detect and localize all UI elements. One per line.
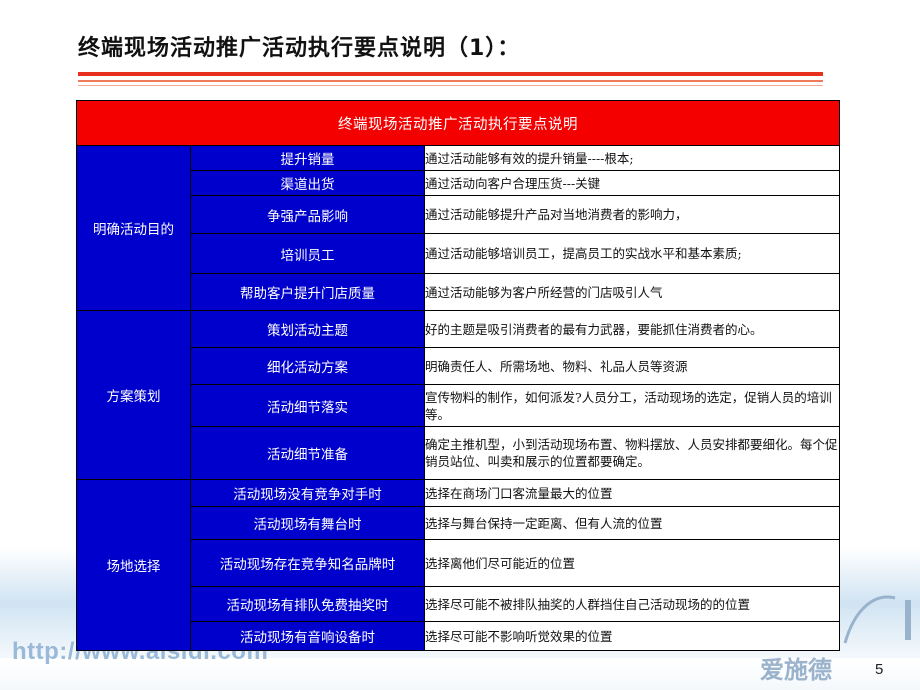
execution-points-table: 终端现场活动推广活动执行要点说明 明确活动目的 提升销量 通过活动能够有效的提升… bbox=[75, 100, 841, 651]
item-description: 选择在商场门口客流量最大的位置 bbox=[423, 479, 841, 507]
item-label: 活动细节准备 bbox=[190, 426, 425, 480]
item-description: 选择离他们尽可能近的位置 bbox=[423, 539, 841, 587]
title-rule bbox=[78, 85, 823, 86]
page-number: 5 bbox=[875, 661, 884, 678]
footer-logo-text: 爱施德 bbox=[760, 656, 832, 684]
item-description: 确定主推机型，小到活动现场布置、物料摆放、人员安排都要细化。每个促销员站位、叫卖… bbox=[423, 426, 841, 480]
item-label: 争强产品影响 bbox=[190, 195, 425, 234]
group-label-venue: 场地选择 bbox=[76, 479, 191, 651]
title-rule bbox=[78, 72, 823, 76]
item-label: 活动现场有排队免费抽奖时 bbox=[190, 586, 425, 622]
title-rule bbox=[78, 80, 823, 82]
company-logo-icon bbox=[843, 595, 911, 644]
item-description: 选择与舞台保持一定距离、但有人流的位置 bbox=[423, 506, 841, 540]
item-label: 策划活动主题 bbox=[190, 310, 425, 348]
item-description: 通过活动能够有效的提升销量----根本; bbox=[423, 145, 841, 171]
item-description: 通过活动能够提升产品对当地消费者的影响力， bbox=[423, 195, 841, 234]
group-label-purpose: 明确活动目的 bbox=[76, 145, 191, 311]
item-label: 帮助客户提升门店质量 bbox=[190, 273, 425, 311]
slide-title: 终端现场活动推广活动执行要点说明（1）： bbox=[78, 36, 521, 61]
item-description: 选择尽可能不影响听觉效果的位置 bbox=[423, 621, 841, 651]
item-label: 活动现场有舞台时 bbox=[190, 506, 425, 540]
item-description: 选择尽可能不被排队抽奖的人群挡住自己活动现场的的位置 bbox=[423, 586, 841, 622]
table-header: 终端现场活动推广活动执行要点说明 bbox=[75, 100, 841, 146]
item-label: 活动现场有音响设备时 bbox=[190, 621, 425, 651]
item-label: 培训员工 bbox=[190, 233, 425, 274]
item-label: 活动现场存在竞争知名品牌时 bbox=[190, 539, 425, 587]
item-label: 渠道出货 bbox=[190, 170, 425, 196]
item-description: 通过活动向客户合理压货---关键 bbox=[423, 170, 841, 196]
item-description: 宣传物料的制作，如何派发?人员分工，活动现场的选定，促销人员的培训等。 bbox=[423, 384, 841, 427]
item-description: 通过活动能够培训员工，提高员工的实战水平和基本素质; bbox=[423, 233, 841, 274]
item-description: 通过活动能够为客户所经营的门店吸引人气 bbox=[423, 273, 841, 311]
item-description: 明确责任人、所需场地、物料、礼品人员等资源 bbox=[423, 347, 841, 385]
group-label-planning: 方案策划 bbox=[76, 310, 191, 480]
item-label: 活动细节落实 bbox=[190, 384, 425, 427]
item-description: 好的主题是吸引消费者的最有力武器，要能抓住消费者的心。 bbox=[423, 310, 841, 348]
item-label: 细化活动方案 bbox=[190, 347, 425, 385]
item-label: 活动现场没有竞争对手时 bbox=[190, 479, 425, 507]
item-label: 提升销量 bbox=[190, 145, 425, 171]
